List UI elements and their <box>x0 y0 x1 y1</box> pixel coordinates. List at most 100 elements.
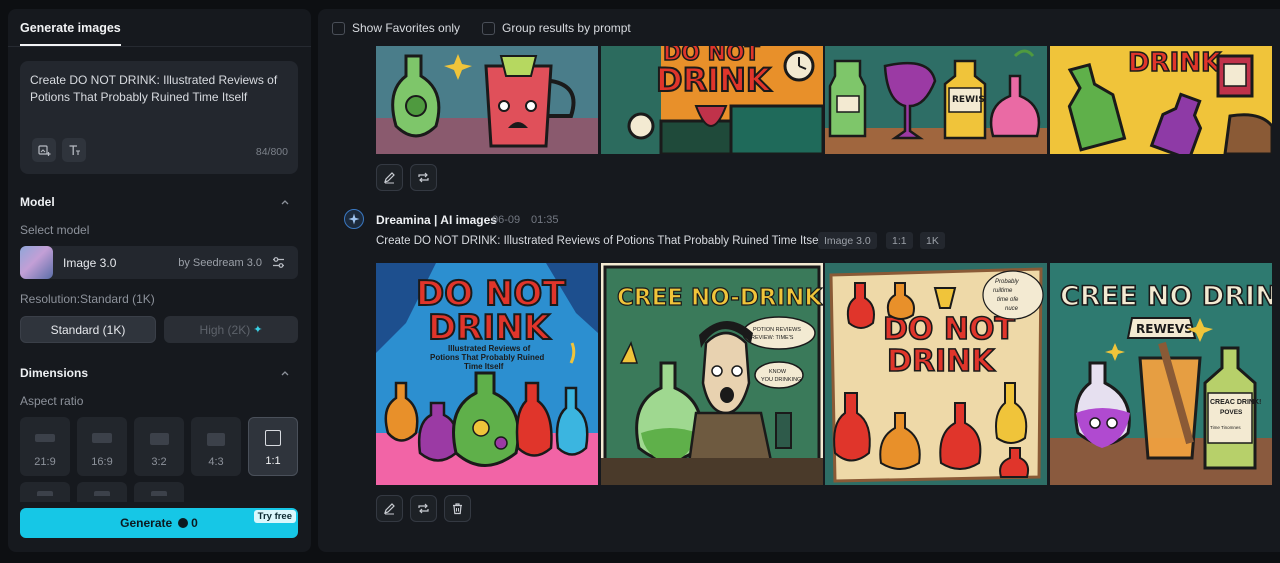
generate-panel: Generate images Create DO NOT DRINK: Ill… <box>8 9 311 552</box>
select-model-label: Select model <box>20 223 90 237</box>
potion-illustration: CREE NO DRINK! REWEVS CREAC DRINK! POVES… <box>1049 263 1272 485</box>
model-selector[interactable]: Image 3.0 by Seedream 3.0 <box>20 246 298 279</box>
resolution-tag: 1K <box>920 232 945 249</box>
sparkle-icon: ✦ <box>253 324 263 336</box>
parchment-note-text: time ofe <box>997 297 1019 303</box>
results-panel: Show Favorites only Group results by pro… <box>318 9 1280 552</box>
parchment-note-text: nuce <box>1005 306 1019 312</box>
model-name: Image 3.0 <box>63 256 117 270</box>
ratio-option-partial[interactable] <box>134 482 184 502</box>
ratio-option-partial[interactable] <box>20 482 70 502</box>
result-image[interactable]: DO NOT DRINK Probably ruiltime time ofe … <box>825 263 1047 485</box>
prompt-input[interactable]: Create DO NOT DRINK: Illustrated Reviews… <box>20 61 298 174</box>
parchment-note-text: ruiltime <box>993 288 1013 294</box>
resolution-standard-button[interactable]: Standard (1K) <box>20 316 156 343</box>
group-by-prompt-checkbox[interactable] <box>482 21 496 35</box>
speech-bubble-text: YOU DRINKING <box>761 377 801 383</box>
current-results-row: DO NOT DRINK Illustrated Reviews of Poti… <box>376 263 1272 485</box>
prompt-text[interactable]: Create DO NOT DRINK: Illustrated Reviews… <box>30 72 280 106</box>
ratio-3-2-button[interactable]: 3:2 <box>134 417 184 476</box>
potion-illustration: REWIS <box>825 46 1047 154</box>
regenerate-button[interactable] <box>410 164 437 191</box>
text-icon <box>69 144 80 155</box>
ratio-label: 1:1 <box>265 455 281 467</box>
favorites-checkbox[interactable] <box>332 21 345 35</box>
result-image[interactable]: DO NOT DRINK <box>600 46 823 154</box>
bottle-label-text: CREAC DRINK! <box>1210 399 1261 406</box>
parchment-note-text: Probably <box>995 279 1020 285</box>
resolution-standard-label: Standard (1K) <box>50 322 126 337</box>
comic-caption-text: Time Itself <box>464 362 504 371</box>
group-by-prompt-label[interactable]: Group results by prompt <box>502 21 631 35</box>
chevron-up-icon[interactable] <box>279 367 291 379</box>
character-count: 84/800 <box>255 146 288 158</box>
delete-button[interactable] <box>444 495 471 522</box>
ratio-4-3-button[interactable]: 4:3 <box>191 417 241 476</box>
pencil-icon <box>384 172 395 184</box>
ratio-label: 21:9 <box>34 456 56 468</box>
panel-tabbar: Generate images <box>8 9 311 47</box>
comic-title-text: DRINK <box>887 344 996 379</box>
regenerate-button[interactable] <box>410 495 437 522</box>
try-free-badge: Try free <box>253 510 296 523</box>
comic-title-text: DRINK <box>428 308 552 348</box>
bottle-label-text: POVES <box>1220 409 1243 416</box>
sliders-icon[interactable] <box>271 255 286 270</box>
ratio-label: 4:3 <box>208 456 224 468</box>
result-image[interactable]: REWIS <box>825 46 1047 154</box>
result-image[interactable]: CREE NO DRINK! REWEVS CREAC DRINK! POVES… <box>1049 263 1272 485</box>
repeat-icon <box>418 503 429 514</box>
image-add-icon <box>37 144 50 156</box>
result-image[interactable]: CREE NO-DRINK! POTION REVIEWS REVIEW: TI… <box>600 263 823 485</box>
comic-caption-text: Potions That Probably Ruined <box>430 353 544 362</box>
generate-button[interactable]: Generate 0 Try free <box>20 508 298 538</box>
edit-button[interactable] <box>376 495 403 522</box>
ratio-1-1-button[interactable]: 1:1 <box>248 417 298 476</box>
previous-results-row: DO NOT DRINK REWIS DRINK. <box>376 46 1272 154</box>
sparkle-logo-icon <box>348 213 360 225</box>
ratio-shape <box>37 491 53 496</box>
model-section-title: Model <box>20 195 55 209</box>
ratio-shape <box>92 433 112 443</box>
potion-illustration: DO NOT DRINK Illustrated Reviews of Poti… <box>376 263 598 485</box>
chevron-up-icon[interactable] <box>279 196 291 208</box>
reference-image-button[interactable] <box>32 138 56 162</box>
result-image[interactable]: DO NOT DRINK Illustrated Reviews of Poti… <box>376 263 598 485</box>
trash-icon <box>453 503 462 515</box>
potion-illustration: CREE NO-DRINK! POTION REVIEWS REVIEW: TI… <box>600 263 823 485</box>
resolution-high-button[interactable]: High (2K) ✦ <box>164 316 298 343</box>
ratio-shape <box>149 433 169 445</box>
tab-generate-images[interactable]: Generate images <box>20 21 121 46</box>
aspect-ratio-label: Aspect ratio <box>20 394 84 408</box>
speech-bubble-text: KNOW <box>769 369 787 375</box>
result-image[interactable]: DRINK. <box>1049 46 1272 154</box>
ratio-shape <box>151 491 167 496</box>
author-name: Dreamina | AI images <box>376 213 497 227</box>
ratio-21-9-button[interactable]: 21:9 <box>20 417 70 476</box>
potion-illustration: DO NOT DRINK Probably ruiltime time ofe … <box>825 263 1047 485</box>
ratio-16-9-button[interactable]: 16:9 <box>77 417 127 476</box>
comic-caption-text: Illustrated Reviews of <box>448 344 531 353</box>
ratio-label: 16:9 <box>91 456 113 468</box>
speech-bubble-text: POTION REVIEWS <box>753 327 801 333</box>
edit-button[interactable] <box>376 164 403 191</box>
favorites-label[interactable]: Show Favorites only <box>352 21 460 35</box>
sign-text: REWEVS <box>1136 322 1193 336</box>
potion-illustration <box>376 46 598 154</box>
text-style-button[interactable] <box>62 138 86 162</box>
ratio-label: 3:2 <box>151 456 167 468</box>
entry-time: 01:35 <box>531 214 559 226</box>
ratio-shape <box>265 430 281 446</box>
bottle-label-text: Time Tinomnes <box>1210 425 1241 430</box>
results-filters: Show Favorites only Group results by pro… <box>332 21 653 35</box>
ratio-shape <box>94 491 110 496</box>
result-image[interactable] <box>376 46 598 154</box>
comic-title-text: CREE NO-DRINK! <box>617 285 823 311</box>
model-tag: Image 3.0 <box>818 232 877 249</box>
ratio-option-partial[interactable] <box>77 482 127 502</box>
ratio-tag: 1:1 <box>886 232 913 249</box>
entry-prompt[interactable]: Create DO NOT DRINK: Illustrated Reviews… <box>376 235 824 247</box>
ratio-shape <box>207 433 225 446</box>
repeat-icon <box>418 172 429 183</box>
comic-title-text: DRINK <box>656 61 772 99</box>
